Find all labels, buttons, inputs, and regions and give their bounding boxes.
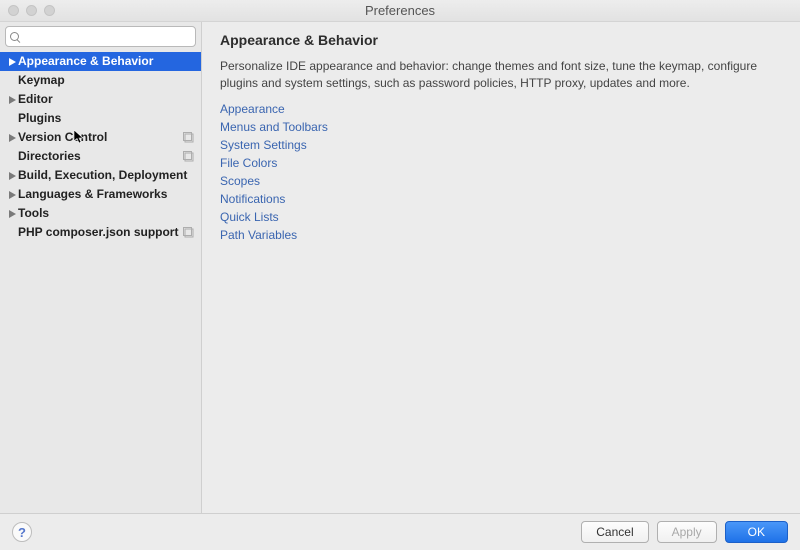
settings-tree[interactable]: Appearance & BehaviorKeymapEditorPlugins… <box>0 51 201 513</box>
expand-arrow-icon[interactable] <box>6 191 18 199</box>
tree-item-label: Languages & Frameworks <box>18 185 195 204</box>
cancel-button[interactable]: Cancel <box>581 521 648 543</box>
apply-button[interactable]: Apply <box>657 521 717 543</box>
tree-item-appearance-behavior[interactable]: Appearance & Behavior <box>0 52 201 71</box>
tree-item-keymap[interactable]: Keymap <box>0 71 201 90</box>
expand-arrow-icon[interactable] <box>6 134 18 142</box>
settings-content: Appearance & Behavior Personalize IDE ap… <box>202 22 800 513</box>
tree-item-label: Appearance & Behavior <box>18 52 195 71</box>
dialog-footer: ? Cancel Apply OK <box>0 513 800 550</box>
tree-item-label: PHP composer.json support <box>18 223 183 242</box>
subsection-link-appearance[interactable]: Appearance <box>220 101 784 117</box>
subsection-link-scopes[interactable]: Scopes <box>220 173 784 189</box>
project-scope-icon <box>183 132 195 144</box>
project-scope-icon <box>183 151 195 163</box>
subsection-links: Appearance Menus and Toolbars System Setti… <box>220 101 784 243</box>
close-window-button[interactable] <box>8 5 19 16</box>
zoom-window-button[interactable] <box>44 5 55 16</box>
tree-item-build-execution-deployment[interactable]: Build, Execution, Deployment <box>0 166 201 185</box>
subsection-link-system-settings[interactable]: System Settings <box>220 137 784 153</box>
expand-arrow-icon[interactable] <box>6 172 18 180</box>
subsection-link-file-colors[interactable]: File Colors <box>220 155 784 171</box>
preferences-sidebar: Appearance & BehaviorKeymapEditorPlugins… <box>0 22 202 513</box>
tree-item-languages-frameworks[interactable]: Languages & Frameworks <box>0 185 201 204</box>
expand-arrow-icon[interactable] <box>6 58 18 66</box>
page-title: Appearance & Behavior <box>220 32 784 48</box>
tree-item-php-composer-json-support[interactable]: PHP composer.json support <box>0 223 201 242</box>
tree-item-version-control[interactable]: Version Control <box>0 128 201 147</box>
page-description: Personalize IDE appearance and behavior:… <box>220 58 784 93</box>
window-title: Preferences <box>0 3 800 18</box>
project-scope-icon <box>183 227 195 239</box>
subsection-link-quick-lists[interactable]: Quick Lists <box>220 209 784 225</box>
tree-item-label: Plugins <box>18 109 195 128</box>
subsection-link-path-variables[interactable]: Path Variables <box>220 227 784 243</box>
search-icon <box>10 32 20 42</box>
tree-item-label: Tools <box>18 204 195 223</box>
subsection-link-notifications[interactable]: Notifications <box>220 191 784 207</box>
tree-item-label: Build, Execution, Deployment <box>18 166 195 185</box>
titlebar: Preferences <box>0 0 800 22</box>
tree-item-tools[interactable]: Tools <box>0 204 201 223</box>
tree-item-editor[interactable]: Editor <box>0 90 201 109</box>
help-button[interactable]: ? <box>12 522 32 542</box>
minimize-window-button[interactable] <box>26 5 37 16</box>
tree-item-label: Editor <box>18 90 195 109</box>
search-input[interactable] <box>5 26 196 47</box>
tree-item-directories[interactable]: Directories <box>0 147 201 166</box>
tree-item-label: Directories <box>18 147 183 166</box>
tree-item-label: Keymap <box>18 71 195 90</box>
tree-item-plugins[interactable]: Plugins <box>0 109 201 128</box>
window-controls <box>0 5 55 16</box>
subsection-link-menus-and-toolbars[interactable]: Menus and Toolbars <box>220 119 784 135</box>
expand-arrow-icon[interactable] <box>6 96 18 104</box>
expand-arrow-icon[interactable] <box>6 210 18 218</box>
tree-item-label: Version Control <box>18 128 183 147</box>
ok-button[interactable]: OK <box>725 521 788 543</box>
